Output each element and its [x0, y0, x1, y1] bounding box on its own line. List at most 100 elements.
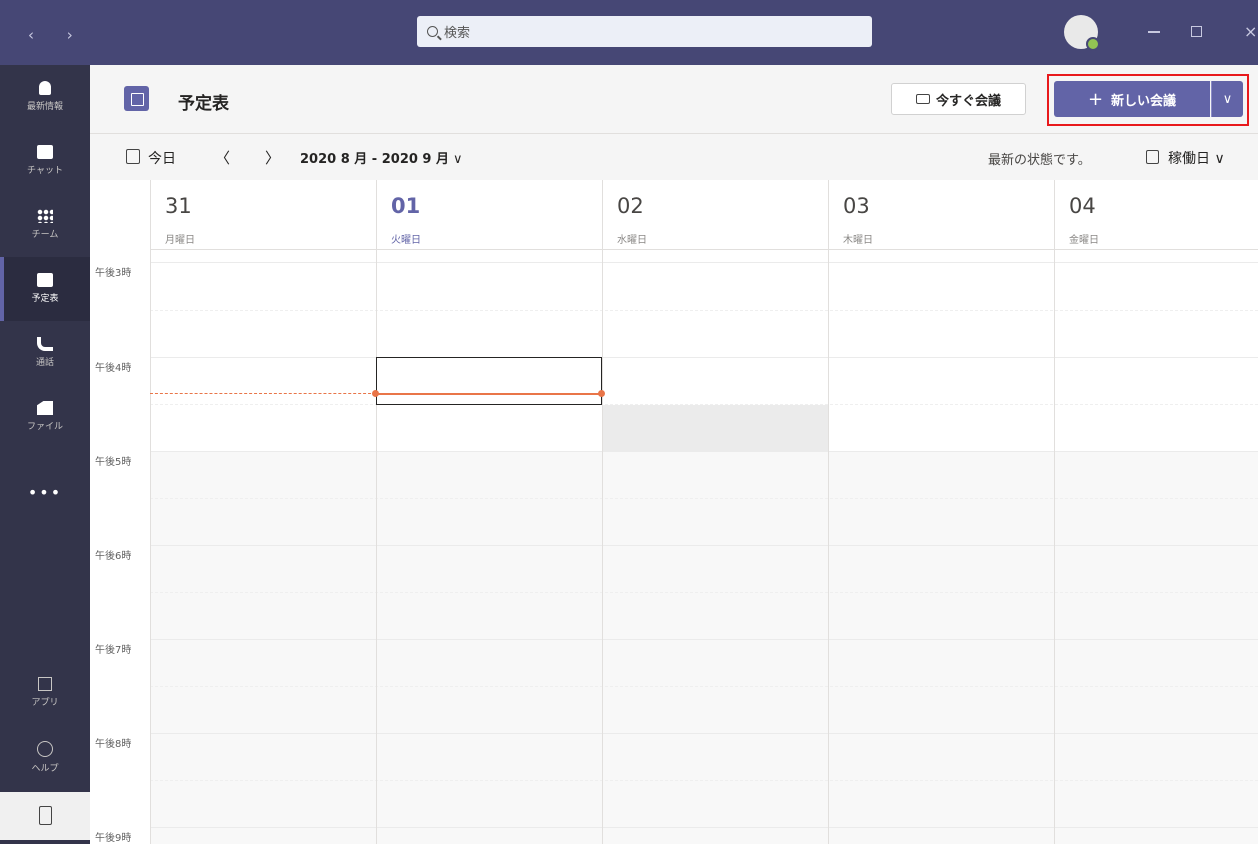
half-hour-line: [150, 498, 1258, 499]
hour-label: 午後3時: [95, 268, 132, 279]
video-camera-icon: [915, 94, 930, 104]
hour-label: 午後9時: [95, 833, 132, 844]
day-column[interactable]: [1054, 250, 1055, 844]
view-calendar-icon: [1146, 150, 1159, 164]
hour-label: 午後8時: [95, 739, 132, 750]
mobile-phone-icon: [39, 806, 52, 825]
day-name: 火曜日: [391, 235, 421, 246]
phone-icon: [37, 337, 53, 351]
calendar-icon: [124, 86, 149, 111]
plus-icon: +: [1087, 88, 1104, 110]
selected-time-slot[interactable]: [376, 357, 602, 405]
day-header[interactable]: 31 月曜日: [150, 180, 376, 250]
meet-now-button[interactable]: 今すぐ会議: [891, 83, 1026, 115]
rail-item-teams[interactable]: チーム: [0, 193, 90, 257]
avatar[interactable]: [1064, 15, 1100, 51]
day-number: 31: [165, 194, 192, 218]
mobile-device-button[interactable]: [0, 792, 90, 840]
file-icon: [37, 401, 53, 415]
rail-item-label: ファイル: [26, 422, 63, 432]
hour-label: 午後5時: [95, 457, 132, 468]
new-meeting-button[interactable]: + 新しい会議: [1054, 81, 1210, 117]
day-number: 02: [617, 194, 644, 218]
hour-line: [150, 451, 1258, 452]
today-button[interactable]: 今日: [148, 148, 176, 168]
rail-item-chat[interactable]: チャット: [0, 129, 90, 193]
help-icon: [37, 741, 53, 757]
previous-button[interactable]: 〈: [215, 147, 230, 168]
hour-label: 午後4時: [95, 363, 132, 374]
hour-line: [150, 262, 1258, 263]
date-range-label: 2020 8 月 - 2020 9 月: [300, 152, 450, 167]
rail-item-apps[interactable]: アプリ: [0, 661, 90, 725]
bell-icon: [39, 81, 51, 95]
calendar-toolbar: 今日 〈 〉 2020 8 月 - 2020 9 月 ∨ 最新の状態です。 稼働日…: [90, 135, 1258, 180]
rail-item-files[interactable]: ファイル: [0, 385, 90, 449]
rail-item-label: 通話: [35, 358, 54, 368]
hour-line: [150, 733, 1258, 734]
current-time-dot: [372, 390, 379, 397]
rail-item-label: 最新情報: [26, 102, 63, 112]
half-hour-line: [150, 780, 1258, 781]
meet-now-label: 今すぐ会議: [935, 93, 1001, 109]
new-meeting-dropdown-button[interactable]: ∨: [1211, 81, 1243, 117]
day-number: 04: [1069, 194, 1096, 218]
teams-icon: [37, 209, 53, 223]
presence-available-icon: [1086, 37, 1100, 51]
day-header[interactable]: 04 金曜日: [1054, 180, 1258, 250]
more-apps-button[interactable]: •••: [0, 483, 90, 502]
rail-item-calendar[interactable]: 予定表: [0, 257, 90, 321]
minimize-button[interactable]: [1148, 31, 1160, 33]
day-column[interactable]: [376, 250, 377, 844]
day-header[interactable]: 02 水曜日: [602, 180, 828, 250]
off-hours-region: [150, 451, 1258, 844]
calendar-grid: 31 月曜日 01 火曜日 02 水曜日 03 木曜日 04 金曜日 午後3時 …: [90, 180, 1258, 844]
search-placeholder: 検索: [444, 26, 471, 41]
hour-line: [150, 639, 1258, 640]
current-time-dot: [598, 390, 605, 397]
day-number: 03: [843, 194, 870, 218]
chat-icon: [37, 145, 53, 159]
day-name: 月曜日: [165, 235, 195, 246]
day-header[interactable]: 03 木曜日: [828, 180, 1054, 250]
current-time-line-today: [376, 393, 602, 395]
rail-item-activity[interactable]: 最新情報: [0, 65, 90, 129]
today-calendar-icon: [126, 149, 140, 164]
rail-item-calls[interactable]: 通話: [0, 321, 90, 385]
next-button[interactable]: 〉: [265, 147, 280, 168]
hour-line: [150, 545, 1258, 546]
calendar-icon: [37, 273, 53, 287]
apps-icon: [38, 677, 52, 691]
hour-line: [150, 357, 1258, 358]
history-nav-arrows[interactable]: ‹ ›: [28, 26, 87, 44]
date-range-picker[interactable]: 2020 8 月 - 2020 9 月 ∨: [300, 148, 463, 167]
day-name: 金曜日: [1069, 235, 1099, 246]
search-input[interactable]: 検索: [417, 16, 872, 47]
maximize-button[interactable]: [1191, 26, 1202, 37]
close-button[interactable]: ×: [1244, 22, 1257, 41]
day-number: 01: [391, 194, 421, 218]
current-time-indicator: [150, 393, 376, 394]
day-name: 水曜日: [617, 235, 647, 246]
page-title: 予定表: [178, 94, 229, 114]
calendar-header: 予定表 今すぐ会議 + 新しい会議 ∨: [90, 65, 1258, 134]
rail-item-help[interactable]: ヘルプ: [0, 725, 90, 789]
rail-item-label: チャット: [27, 166, 63, 176]
rail-item-label: チーム: [31, 230, 59, 240]
busy-block: [602, 405, 828, 452]
hour-label: 午後6時: [95, 551, 132, 562]
half-hour-line: [150, 686, 1258, 687]
rail-item-label: アプリ: [31, 698, 59, 708]
half-hour-line: [150, 592, 1258, 593]
day-name: 木曜日: [843, 235, 873, 246]
chevron-down-icon: ∨: [453, 152, 463, 167]
title-bar: ‹ › 検索 ×: [0, 0, 1258, 65]
day-column[interactable]: [828, 250, 829, 844]
day-column[interactable]: [602, 250, 603, 844]
half-hour-line: [150, 404, 1258, 405]
day-column[interactable]: [150, 250, 151, 844]
rail-item-label: ヘルプ: [31, 764, 59, 774]
day-header-today[interactable]: 01 火曜日: [376, 180, 602, 250]
new-meeting-label: 新しい会議: [1111, 93, 1177, 109]
view-switcher[interactable]: 稼働日 ∨: [1168, 148, 1225, 168]
